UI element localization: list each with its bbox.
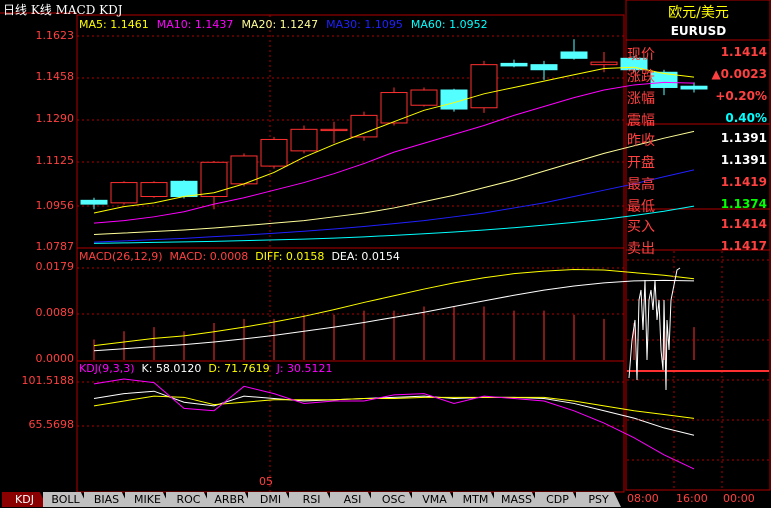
tab-mtm[interactable]: MTM (453, 492, 498, 507)
ma-legend-item: MA10: 1.1437 (156, 18, 234, 31)
quote-row: 买入 1.1414 (627, 213, 770, 235)
macd-tick: 0.0179 (35, 260, 75, 273)
quote-value: 1.1391 (720, 153, 767, 167)
tab-dmi[interactable]: DMI (248, 492, 293, 507)
quote-label: 昨收 (627, 133, 655, 149)
macd-tick: 0.0000 (35, 352, 75, 365)
tab-arbr[interactable]: ARBR (207, 492, 252, 507)
kdj-tick: 101.5188 (21, 374, 75, 387)
quote-value: 1.1391 (720, 131, 767, 145)
intraday-time: 08:00 (627, 492, 659, 505)
macd-legend-item: MACD(26,12,9) (79, 250, 163, 263)
kdj-legend-item: J: 30.5121 (276, 362, 333, 375)
quote-row: 开盘 1.1391 (627, 149, 770, 171)
tab-rsi[interactable]: RSI (289, 492, 334, 507)
quote-value: 1.1419 (720, 175, 767, 189)
quote-row: 卖出 1.1417 (627, 235, 770, 257)
tab-boll[interactable]: BOLL (43, 492, 88, 507)
quote-value: 1.1414 (720, 45, 767, 59)
kdj-legend-item: D: 71.7619 (208, 362, 270, 375)
quote-row: 最高 1.1419 (627, 171, 770, 193)
candle-body (290, 128, 318, 152)
ma-legend-item: MA20: 1.1247 (241, 18, 319, 31)
ma-legend-item: MA5: 1.1461 (79, 18, 149, 31)
instrument-symbol: EURUSD (670, 24, 727, 38)
quote-row: 涨幅 +0.20% (627, 85, 770, 107)
ma-legend-item: MA30: 1.1095 (326, 18, 403, 31)
quote-row: 最低 1.1374 (627, 193, 770, 215)
candle-body (260, 138, 288, 167)
tab-mass[interactable]: MASS (494, 492, 539, 507)
macd-legend-item: DEA: 0.0154 (331, 250, 400, 263)
macd-legend: MACD(26,12,9) MACD: 0.0008 DIFF: 0.0158 DEA… (79, 250, 407, 263)
quote-row: 昨收 1.1391 (627, 127, 770, 149)
candle-body (140, 182, 168, 198)
ma-legend: MA5: 1.1461 MA10: 1.1437 MA20: 1.1247 MA30:… (79, 18, 496, 31)
candle-body (470, 64, 498, 109)
price-tick: 1.0787 (35, 240, 75, 253)
macd-legend-item: DIFF: 0.0158 (255, 250, 325, 263)
quote-row: 震幅 0.40% (627, 107, 770, 129)
tab-psy[interactable]: PSY (576, 492, 621, 507)
tab-cdp[interactable]: CDP (535, 492, 580, 507)
indicator-tabs: KDJ BOLL BIAS MIKE ROC ARBR DMI RSI ASI OSC VMA MTM… (0, 492, 625, 508)
ma-legend-item: MA60: 1.0952 (410, 18, 488, 31)
candle-body (590, 61, 618, 66)
quote-row: 涨跌 ▲0.0023 (627, 63, 770, 85)
candle-body (350, 114, 378, 138)
macd-tick: 0.0089 (35, 306, 75, 319)
quote-value: ▲0.0023 (711, 67, 767, 81)
intraday-time: 16:00 (676, 492, 708, 505)
instrument-name: 欧元/美元 (668, 5, 729, 21)
tab-bias[interactable]: BIAS (84, 492, 129, 507)
tab-osc[interactable]: OSC (371, 492, 416, 507)
candle-body (530, 64, 558, 71)
candle-body (320, 128, 348, 132)
tab-vma[interactable]: VMA (412, 492, 457, 507)
kdj-j-line (93, 378, 695, 470)
kdj-legend: KDJ(9,3,3) K: 58.0120 D: 71.7619 J: 30.5121 (79, 362, 340, 375)
tab-roc[interactable]: ROC (166, 492, 211, 507)
macd-legend-item: MACD: 0.0008 (169, 250, 249, 263)
x-axis-label: 05 (259, 475, 273, 488)
quote-value: +0.20% (715, 89, 767, 103)
quote-row: 现价 1.1414 (627, 41, 770, 63)
candle-body (560, 51, 588, 59)
quote-label: 卖出 (627, 241, 655, 257)
quote-label: 涨幅 (627, 91, 655, 107)
candle-body (80, 199, 108, 205)
price-tick: 1.1290 (35, 112, 75, 125)
intraday-time: 00:00 (723, 492, 755, 505)
tab-asi[interactable]: ASI (330, 492, 375, 507)
price-tick: 1.1458 (35, 70, 75, 83)
quote-label: 开盘 (627, 155, 655, 171)
quote-label: 最高 (627, 177, 655, 193)
quote-label: 现价 (627, 47, 655, 63)
kdj-tick: 65.5698 (28, 418, 75, 431)
kdj-legend-item: KDJ(9,3,3) (79, 362, 135, 375)
candle-body (230, 155, 258, 185)
price-tick: 1.1623 (35, 29, 75, 42)
candle-body (200, 161, 228, 198)
quote-value: 1.1414 (720, 217, 767, 231)
candle-body (500, 62, 528, 67)
price-tick: 1.1125 (35, 154, 75, 167)
kdj-d-line (93, 395, 695, 419)
price-tick: 1.0956 (35, 199, 75, 212)
kdj-legend-item: K: 58.0120 (141, 362, 202, 375)
quote-label: 涨跌 (627, 69, 655, 85)
quote-label: 买入 (627, 219, 655, 235)
tab-mike[interactable]: MIKE (125, 492, 170, 507)
quote-value: 1.1417 (720, 239, 767, 253)
candle-body (110, 182, 138, 204)
quote-value: 0.40% (725, 111, 767, 125)
chart-title: 日线 K线 MACD KDJ (3, 3, 123, 17)
tab-kdj[interactable]: KDJ (2, 492, 47, 507)
quote-value: 1.1374 (720, 197, 767, 211)
candle-body (170, 180, 198, 198)
candle-body (410, 89, 438, 106)
